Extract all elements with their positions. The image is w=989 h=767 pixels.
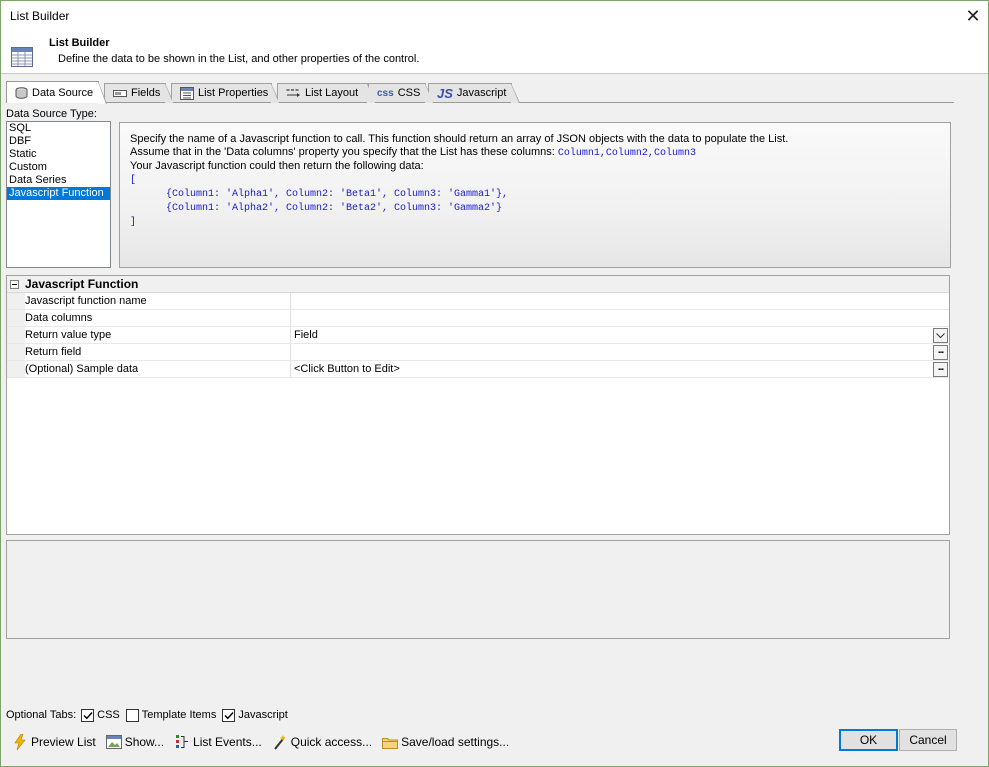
tab-label: List Properties <box>198 87 269 99</box>
chevron-down-icon[interactable] <box>933 328 948 343</box>
dialog-header: List Builder Define the data to be shown… <box>1 31 988 74</box>
list-builder-window: List Builder ✕ List Builder Define the d… <box>0 0 989 767</box>
ellipsis-button[interactable]: ... <box>933 362 948 377</box>
property-name: (Optional) Sample data <box>25 361 291 377</box>
layout-icon <box>286 88 301 98</box>
list-item-sql[interactable]: SQL <box>7 122 110 135</box>
window-title: List Builder <box>10 9 70 23</box>
tab-list-layout[interactable]: List Layout <box>277 83 376 103</box>
tab-list-properties[interactable]: List Properties <box>171 83 280 103</box>
property-grid: Javascript Function Javascript function … <box>6 275 950 535</box>
description-line2-text: Assume that in the 'Data columns' proper… <box>130 146 558 158</box>
tab-data-source[interactable]: Data Source <box>6 81 107 104</box>
property-value-input[interactable] <box>291 344 949 360</box>
property-value-input[interactable] <box>291 293 949 309</box>
description-line1: Specify the name of a Javascript functio… <box>130 133 789 145</box>
header-subtitle: Define the data to be shown in the List,… <box>58 53 420 65</box>
events-icon <box>174 734 190 750</box>
header-title: List Builder <box>49 37 110 49</box>
lightning-icon <box>12 734 28 750</box>
tab-label: List Layout <box>305 87 359 99</box>
database-icon <box>15 86 28 99</box>
js-icon: JS <box>437 85 453 101</box>
optional-tabs: Optional Tabs: CSS Template Items Javasc… <box>6 707 294 723</box>
description-columns: Column1,Column2,Column3 <box>557 148 696 159</box>
ellipsis-button[interactable]: ... <box>933 345 948 360</box>
property-name: Return field <box>25 344 291 360</box>
category-title: Javascript Function <box>25 277 139 291</box>
tab-label: CSS <box>397 87 421 99</box>
ok-button[interactable]: OK <box>839 729 898 751</box>
collapse-icon[interactable] <box>10 279 19 289</box>
property-row[interactable]: Return value type Field <box>7 327 949 344</box>
description-panel: Specify the name of a Javascript functio… <box>119 122 951 268</box>
tab-strip: Data Source Fields List Properties List … <box>6 81 956 104</box>
javascript-checkbox[interactable] <box>222 708 236 722</box>
close-icon[interactable]: ✕ <box>958 1 988 31</box>
preview-list-label: Preview List <box>31 735 96 749</box>
property-value-input[interactable]: <Click Button to Edit> <box>291 361 949 377</box>
show-button[interactable]: Show... <box>105 734 165 750</box>
save-load-settings-button[interactable]: Save/load settings... <box>382 734 509 750</box>
property-help-panel <box>6 540 950 639</box>
list-item-custom[interactable]: Custom <box>7 161 110 174</box>
list-item-data-series[interactable]: Data Series <box>7 174 110 187</box>
property-row[interactable]: Javascript function name <box>7 293 949 310</box>
code-sample: [ {Column1: 'Alpha1', Column2: 'Beta1', … <box>130 175 509 228</box>
tab-label: Fields <box>131 87 161 99</box>
cancel-button[interactable]: Cancel <box>899 729 957 751</box>
quick-access-button[interactable]: Quick access... <box>272 734 372 750</box>
folder-icon <box>382 734 399 750</box>
tab-css[interactable]: css CSS <box>368 83 434 103</box>
property-name: Javascript function name <box>25 293 291 309</box>
list-events-label: List Events... <box>193 735 262 749</box>
property-value-select[interactable]: Field <box>291 327 949 343</box>
template-items-checkbox-label[interactable]: Template Items <box>142 709 217 721</box>
field-icon <box>113 88 127 98</box>
description-line2: Assume that in the 'Data columns' proper… <box>130 146 950 160</box>
list-events-button[interactable]: List Events... <box>174 734 262 750</box>
preview-list-button[interactable]: Preview List <box>12 734 96 750</box>
quick-access-label: Quick access... <box>290 735 373 749</box>
list-builder-icon <box>11 47 33 67</box>
css-icon: css <box>377 87 394 99</box>
css-checkbox-label[interactable]: CSS <box>97 709 120 721</box>
show-label: Show... <box>124 735 165 749</box>
javascript-checkbox-label[interactable]: Javascript <box>238 709 288 721</box>
save-load-settings-label: Save/load settings... <box>401 735 510 749</box>
data-source-type-label: Data Source Type: <box>6 108 97 120</box>
tab-javascript[interactable]: JS Javascript <box>428 83 520 103</box>
property-row[interactable]: Data columns <box>7 310 949 327</box>
property-row[interactable]: (Optional) Sample data <Click Button to … <box>7 361 949 378</box>
list-item-javascript-function[interactable]: Javascript Function <box>7 187 110 200</box>
bottom-toolbar: Preview List Show... List Events... Quic… <box>12 733 519 751</box>
wand-icon <box>272 734 288 750</box>
list-item-static[interactable]: Static <box>7 148 110 161</box>
tab-divider <box>6 102 954 103</box>
property-category-header[interactable]: Javascript Function <box>7 276 949 293</box>
property-name: Return value type <box>25 327 291 343</box>
picture-icon <box>105 734 122 750</box>
css-checkbox[interactable] <box>81 708 95 722</box>
tab-label: Data Source <box>32 86 94 99</box>
property-name: Data columns <box>25 310 291 326</box>
list-item-dbf[interactable]: DBF <box>7 135 110 148</box>
tab-fields[interactable]: Fields <box>104 83 174 103</box>
data-source-type-list[interactable]: SQL DBF Static Custom Data Series Javasc… <box>6 121 111 268</box>
property-row[interactable]: Return field ... <box>7 344 949 361</box>
properties-icon <box>180 86 194 100</box>
title-bar: List Builder ✕ <box>1 1 988 31</box>
tab-label: Javascript <box>456 87 507 99</box>
template-items-checkbox[interactable] <box>125 708 139 722</box>
property-value-input[interactable] <box>291 310 949 326</box>
description-line3: Your Javascript function could then retu… <box>130 160 424 172</box>
optional-tabs-label: Optional Tabs: <box>6 709 77 721</box>
